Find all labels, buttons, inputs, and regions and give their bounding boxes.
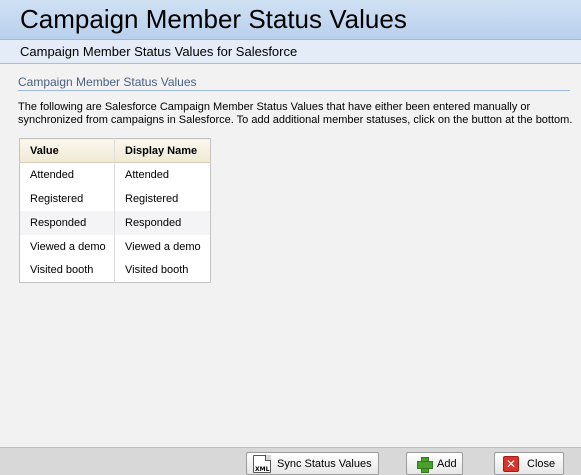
cell-value: Attended — [19, 162, 115, 187]
sync-status-values-button[interactable]: XML Sync Status Values — [246, 452, 379, 475]
plus-icon — [417, 456, 433, 473]
subtitle-bar: Campaign Member Status Values for Salesf… — [0, 40, 581, 64]
table-row[interactable]: Visited booth Visited booth — [19, 258, 211, 283]
cell-display-name: Attended — [125, 168, 170, 181]
xml-icon: XML — [253, 454, 271, 473]
add-label: Add — [437, 457, 457, 470]
cell-display-name: Responded — [114, 210, 211, 235]
add-button[interactable]: Add — [406, 452, 463, 475]
page-title: Campaign Member Status Values — [20, 4, 407, 34]
column-header-value[interactable]: Value — [19, 138, 115, 163]
xml-icon-text: XML — [255, 465, 270, 473]
cell-value: Registered — [19, 186, 115, 211]
sync-status-values-label: Sync Status Values — [277, 457, 372, 470]
column-header-display-name[interactable]: Display Name — [114, 138, 211, 163]
xml-icon-fold — [265, 454, 271, 461]
cell-value: Responded — [19, 210, 115, 235]
close-label: Close — [527, 457, 556, 470]
cell-value: Visited booth — [19, 258, 115, 283]
table-row[interactable]: Responded Responded — [19, 210, 211, 235]
cell-value: Viewed a demo — [19, 234, 115, 259]
table-row[interactable]: Registered Registered — [19, 186, 211, 211]
table-header-row: Value Display Name — [19, 138, 211, 163]
footer-toolbar: XML Sync Status Values Add ✕ Close — [0, 447, 581, 475]
status-values-table: Value Display Name Attended Attended Reg… — [19, 138, 211, 283]
cell-display-name: Registered — [125, 192, 179, 205]
cell-display-name: Visited booth — [125, 264, 189, 277]
table-row[interactable]: Viewed a demo Viewed a demo — [19, 234, 211, 259]
close-button[interactable]: ✕ Close — [494, 452, 564, 475]
page-subtitle: Campaign Member Status Values for Salesf… — [20, 44, 298, 59]
table-row[interactable]: Attended Attended — [19, 162, 211, 187]
cell-display-name: Viewed a demo — [125, 240, 201, 253]
section-title: Campaign Member Status Values — [18, 75, 570, 91]
close-icon: ✕ — [503, 455, 519, 472]
title-bar: Campaign Member Status Values — [0, 0, 581, 40]
section-description: The following are Salesforce Campaign Me… — [18, 101, 573, 126]
